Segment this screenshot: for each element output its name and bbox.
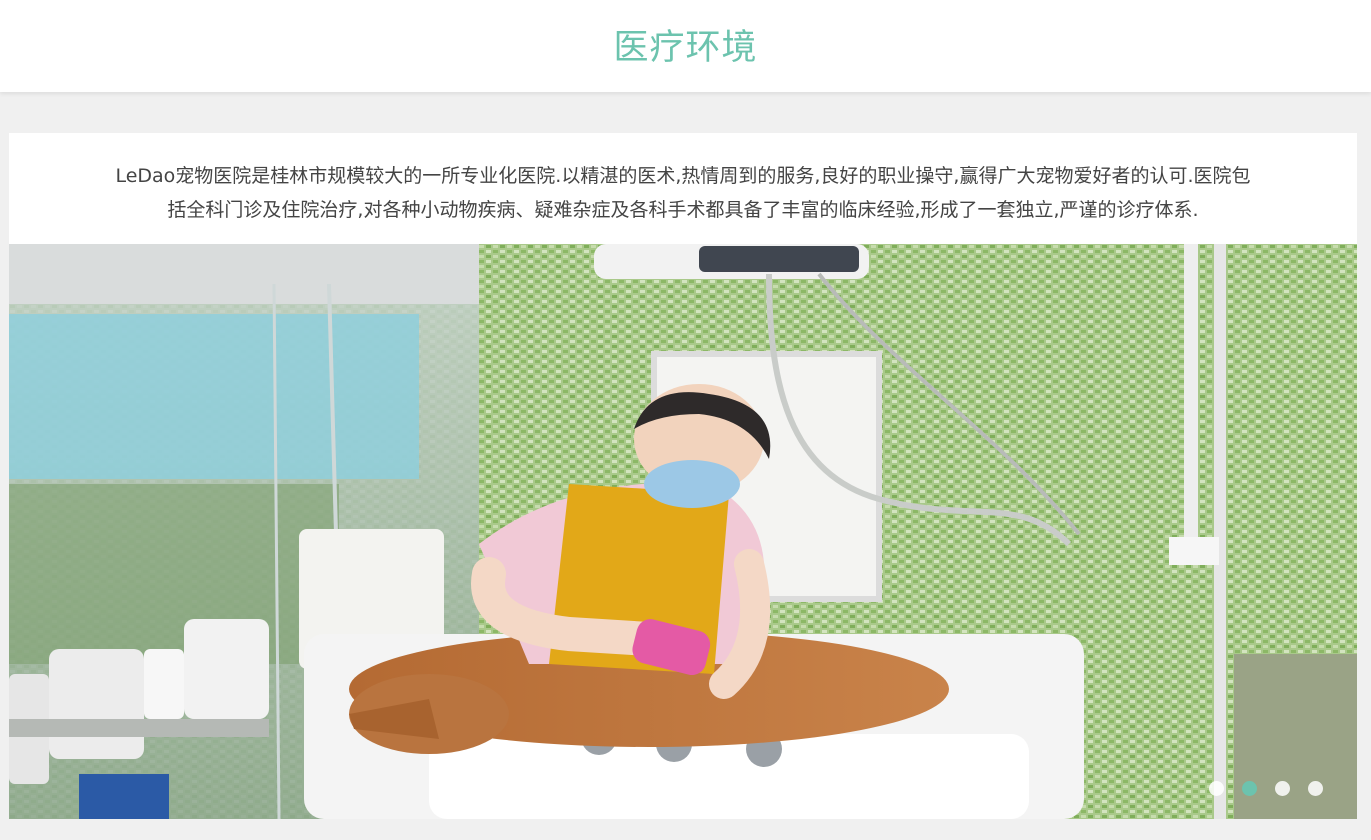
intro-line-2: 括全科门诊及住院治疗,对各种小动物疾病、疑难杂症及各科手术都具备了丰富的临床经验…: [167, 199, 1199, 221]
grooming-room-photo: [9, 244, 1357, 819]
page-title: 医疗环境: [613, 28, 758, 68]
intro-line-1: LeDao宠物医院是桂林市规模较大的一所专业化医院.以精湛的医术,热情周到的服务…: [115, 165, 1251, 187]
carousel-dot-4[interactable]: [1308, 781, 1323, 796]
carousel-dot-1[interactable]: [1209, 781, 1224, 796]
page-header: 医疗环境: [0, 0, 1371, 92]
intro-text: LeDao宠物医院是桂林市规模较大的一所专业化医院.以精湛的医术,热情周到的服务…: [9, 159, 1357, 227]
carousel-dot-2-active[interactable]: [1242, 781, 1257, 796]
carousel-dot-3[interactable]: [1275, 781, 1290, 796]
carousel-indicators: [1191, 778, 1323, 796]
image-carousel[interactable]: [9, 244, 1357, 819]
content-card: LeDao宠物医院是桂林市规模较大的一所专业化医院.以精湛的医术,热情周到的服务…: [9, 133, 1357, 819]
